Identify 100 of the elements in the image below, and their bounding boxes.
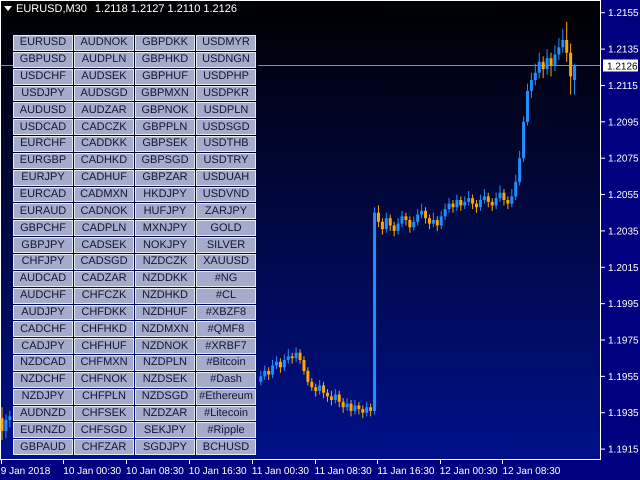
symbol-button[interactable]: USDMYR [196, 35, 256, 51]
symbol-button[interactable]: CADPLN [74, 220, 134, 236]
symbol-button[interactable]: NZDSGD [135, 388, 195, 405]
symbol-button[interactable]: XAUUSD [196, 254, 256, 270]
symbol-button[interactable]: NOKJPY [135, 237, 195, 253]
symbol-button[interactable]: EURNZD [13, 422, 73, 438]
symbol-button[interactable]: GBPPLN [135, 119, 195, 136]
symbol-button[interactable]: USDCAD [13, 119, 73, 136]
symbol-button[interactable]: SILVER [196, 237, 256, 253]
symbol-button[interactable]: USDCHF [13, 68, 73, 85]
symbol-button[interactable]: CHFSEK [74, 406, 134, 422]
symbol-button[interactable]: CHFZAR [74, 439, 134, 456]
symbol-button[interactable]: #CL [196, 288, 256, 304]
symbol-button[interactable]: USDVND [196, 186, 256, 202]
symbol-button[interactable]: AUDZAR [74, 102, 134, 118]
symbol-button[interactable]: SGDJPY [135, 439, 195, 456]
symbol-button[interactable]: AUDNZD [13, 406, 73, 422]
symbol-button[interactable]: AUDUSD [13, 102, 73, 118]
symbol-button[interactable]: AUDCAD [13, 270, 73, 287]
symbol-button[interactable]: NZDHKD [135, 288, 195, 304]
symbol-button[interactable]: NZDHUF [135, 304, 195, 320]
symbol-button[interactable]: EURJPY [13, 170, 73, 186]
symbol-button[interactable]: AUDJPY [13, 304, 73, 320]
symbol-button[interactable]: GBPDKK [135, 35, 195, 51]
symbol-button[interactable]: GBPSEK [135, 136, 195, 152]
symbol-button[interactable]: EURAUD [13, 203, 73, 220]
symbol-button[interactable]: USDPLN [196, 102, 256, 118]
symbol-button[interactable]: CADCHF [13, 321, 73, 338]
symbol-button[interactable]: #XRBF7 [196, 338, 256, 354]
symbol-button[interactable]: CHFSGD [74, 422, 134, 438]
symbol-button[interactable]: CADHUF [74, 170, 134, 186]
symbol-button[interactable]: CADSEK [74, 237, 134, 253]
symbol-button[interactable]: GBPUSD [13, 52, 73, 68]
symbol-button[interactable]: HUFJPY [135, 203, 195, 220]
symbol-button[interactable]: AUDPLN [74, 52, 134, 68]
symbol-button[interactable]: #Litecoin [196, 406, 256, 422]
symbol-button[interactable]: NZDCAD [13, 355, 73, 371]
symbol-button[interactable]: NZDMXN [135, 321, 195, 338]
symbol-button[interactable]: HKDJPY [135, 186, 195, 202]
symbol-button[interactable]: CHFMXN [74, 355, 134, 371]
symbol-button[interactable]: GBPHUF [135, 68, 195, 85]
symbol-button[interactable]: SEKJPY [135, 422, 195, 438]
symbol-button[interactable]: CHFNOK [74, 372, 134, 388]
symbol-button[interactable]: GBPCHF [13, 220, 73, 236]
symbol-button[interactable]: NZDNOK [135, 338, 195, 354]
symbol-button[interactable]: USDTHB [196, 136, 256, 152]
symbol-button[interactable]: GBPJPY [13, 237, 73, 253]
symbol-button[interactable]: USDPHP [196, 68, 256, 85]
symbol-button[interactable]: USDJPY [13, 86, 73, 102]
symbol-button[interactable]: CHFJPY [13, 254, 73, 270]
symbol-button[interactable]: NZDCHF [13, 372, 73, 388]
symbol-button[interactable]: CHFHUF [74, 338, 134, 354]
symbol-button[interactable]: CADNOK [74, 203, 134, 220]
symbol-button[interactable]: USDSGD [196, 119, 256, 136]
symbol-button[interactable]: USDUAH [196, 170, 256, 186]
symbol-button[interactable]: GBPSGD [135, 152, 195, 169]
symbol-button[interactable]: NZDPLN [135, 355, 195, 371]
symbol-button[interactable]: GBPNOK [135, 102, 195, 118]
symbol-button[interactable]: GBPMXN [135, 86, 195, 102]
dropdown-icon[interactable] [4, 6, 12, 12]
symbol-button[interactable]: CADZAR [74, 270, 134, 287]
symbol-button[interactable]: CADMXN [74, 186, 134, 202]
symbol-button[interactable]: USDPKR [196, 86, 256, 102]
symbol-button[interactable]: USDTRY [196, 152, 256, 169]
symbol-button[interactable]: #Ethereum [196, 388, 256, 405]
symbol-button[interactable]: USDNGN [196, 52, 256, 68]
symbol-button[interactable]: #Dash [196, 372, 256, 388]
symbol-button[interactable]: CADHKD [74, 152, 134, 169]
symbol-button[interactable]: CHFPLN [74, 388, 134, 405]
symbol-button[interactable]: NZDCZK [135, 254, 195, 270]
symbol-button[interactable]: EURUSD [13, 35, 73, 51]
symbol-button[interactable]: GBPZAR [135, 170, 195, 186]
symbol-button[interactable]: CHFCZK [74, 288, 134, 304]
symbol-button[interactable]: AUDNOK [74, 35, 134, 51]
symbol-button[interactable]: AUDSEK [74, 68, 134, 85]
symbol-button[interactable]: MXNJPY [135, 220, 195, 236]
symbol-button[interactable]: EURCHF [13, 136, 73, 152]
symbol-button[interactable]: CADSGD [74, 254, 134, 270]
symbol-button[interactable]: NZDSEK [135, 372, 195, 388]
symbol-button[interactable]: #XBZF8 [196, 304, 256, 320]
symbol-button[interactable]: #NG [196, 270, 256, 287]
symbol-button[interactable]: NZDDKK [135, 270, 195, 287]
symbol-button[interactable]: CHFHKD [74, 321, 134, 338]
symbol-button[interactable]: CADDKK [74, 136, 134, 152]
symbol-button[interactable]: #Ripple [196, 422, 256, 438]
symbol-button[interactable]: #Bitcoin [196, 355, 256, 371]
symbol-button[interactable]: BCHUSD [196, 439, 256, 456]
symbol-button[interactable]: GBPHKD [135, 52, 195, 68]
symbol-button[interactable]: EURGBP [13, 152, 73, 169]
symbol-button[interactable]: AUDSGD [74, 86, 134, 102]
symbol-button[interactable]: NZDJPY [13, 388, 73, 405]
symbol-button[interactable]: CADJPY [13, 338, 73, 354]
symbol-button[interactable]: AUDCHF [13, 288, 73, 304]
symbol-button[interactable]: #QMF8 [196, 321, 256, 338]
symbol-button[interactable]: EURCAD [13, 186, 73, 202]
symbol-button[interactable]: CADCZK [74, 119, 134, 136]
symbol-button[interactable]: GBPAUD [13, 439, 73, 456]
symbol-button[interactable]: CHFDKK [74, 304, 134, 320]
symbol-button[interactable]: GOLD [196, 220, 256, 236]
symbol-button[interactable]: ZARJPY [196, 203, 256, 220]
